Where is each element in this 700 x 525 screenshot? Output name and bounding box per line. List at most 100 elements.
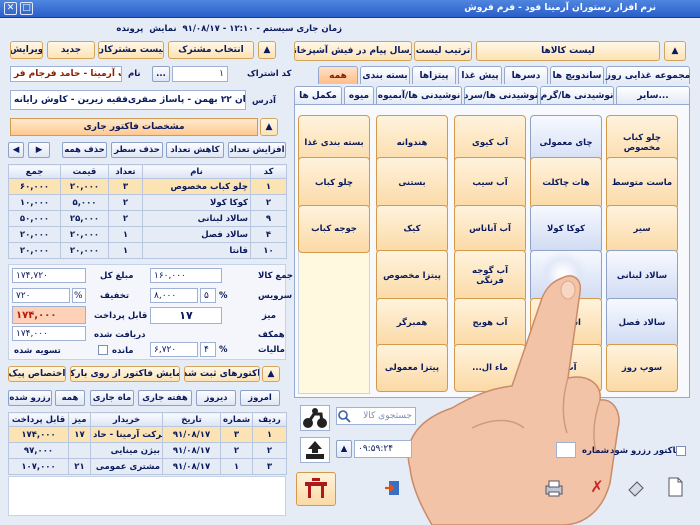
menu-tile[interactable]: ماست متوسط xyxy=(606,157,678,209)
delete-icon[interactable]: ✗ xyxy=(588,478,606,496)
new-button[interactable]: جدید xyxy=(47,41,95,59)
customer-name-field[interactable]: شرکت آرمینا - حامد فرجام فر xyxy=(10,66,122,82)
eraser-icon[interactable] xyxy=(625,478,647,498)
collapse-lower-icon[interactable]: ▲ xyxy=(262,366,280,382)
courier-button[interactable]: اختصاص پیک xyxy=(8,366,66,382)
col-row[interactable]: ردیف xyxy=(252,412,287,427)
all-button[interactable]: همه xyxy=(55,390,85,406)
number-field[interactable] xyxy=(556,442,576,458)
lookup-icon[interactable]: ... xyxy=(152,66,170,82)
table-service-icon[interactable] xyxy=(296,472,336,506)
col-code[interactable]: کد xyxy=(250,164,287,179)
service-pct-sign: % xyxy=(219,291,228,301)
col-qty[interactable]: تعداد xyxy=(108,164,143,179)
col-date[interactable]: تاریخ xyxy=(162,412,221,427)
send-kitchen-message-button[interactable]: ارسال پیام در فیش آشپزخانه xyxy=(294,41,412,61)
remain-checkbox[interactable] xyxy=(98,345,108,355)
tab-supplements[interactable]: مکمل ها xyxy=(294,86,342,104)
tab-desserts[interactable]: دسرها xyxy=(504,66,548,84)
exit-icon[interactable] xyxy=(383,478,403,498)
sub-code-field[interactable]: ۱ xyxy=(172,66,228,82)
tab-fruit[interactable]: میوه xyxy=(344,86,374,104)
tab-packaging[interactable]: بسته بندی xyxy=(360,66,410,84)
menu-tile[interactable]: بستنی xyxy=(376,157,448,209)
table-row[interactable]: ۵۰,۰۰۰ ۲۵,۰۰۰ ۲ سالاد لبنانی ۹ xyxy=(8,210,287,227)
collapse-invoice-icon[interactable]: ▲ xyxy=(260,118,278,136)
maximize-icon[interactable]: □ xyxy=(20,2,33,15)
received-field[interactable]: ۱۷۴,۰۰۰ xyxy=(12,326,86,341)
tab-daily-meal[interactable]: مجموعه غذایی روز xyxy=(606,66,690,84)
tax-pct-field[interactable]: ۴ xyxy=(200,342,216,357)
time-spin-icon[interactable]: ▲ xyxy=(336,440,352,458)
menu-tile[interactable]: آب سیب xyxy=(454,157,526,209)
yesterday-button[interactable]: دیروز xyxy=(196,390,236,406)
close-icon[interactable]: ✕ xyxy=(4,2,17,15)
table-label: میز xyxy=(262,311,277,321)
table-row[interactable]: ۱۰۷,۰۰۰ ۲۱ مشتری عمومی ۹۱/۰۸/۱۷ ۱ ۳ xyxy=(8,458,287,475)
table-field[interactable]: ۱۷ xyxy=(150,307,222,324)
delete-row-button[interactable]: حذف سطر xyxy=(111,142,163,158)
collapse-menu-icon[interactable]: ▲ xyxy=(664,41,686,61)
col-price[interactable]: قیمت xyxy=(60,164,109,179)
menu-tile[interactable]: هات چاکلت xyxy=(530,157,602,209)
menu-tile[interactable]: جوجه کباب xyxy=(298,205,370,253)
menu-tile[interactable]: سیر xyxy=(606,205,678,253)
arrow-left-icon[interactable]: ◀ xyxy=(8,142,24,158)
tab-appetizer[interactable]: پیش غذا xyxy=(458,66,502,84)
tab-pizzas[interactable]: پیتزاها xyxy=(412,66,456,84)
arrow-right-icon[interactable]: ▶ xyxy=(28,142,50,158)
tab-hot-drinks[interactable]: نوشیدنی ها/گرم xyxy=(540,86,614,104)
table-row[interactable]: ۲۰,۰۰۰ ۲۰,۰۰۰ ۱ سالاد فصل ۴ xyxy=(8,226,287,243)
table-row[interactable]: ۱۷۴,۰۰۰ ۱۷ شرکت آرمینا - حاد ۹۱/۰۸/۱۷ ۳ ۱ xyxy=(8,426,287,443)
table-row[interactable]: ۹۷,۰۰۰ بیژن مینایی ۹۱/۰۸/۱۷ ۲ ۲ xyxy=(8,442,287,459)
today-button[interactable]: امروز xyxy=(240,390,280,406)
tab-other[interactable]: سایر... xyxy=(616,86,690,104)
time-field[interactable]: ۰۹:۵۹:۲۴ xyxy=(354,440,412,458)
discount-field[interactable]: ۷۲۰ xyxy=(12,288,70,303)
printer-icon[interactable] xyxy=(543,478,565,498)
payable-label: قابل پرداخت xyxy=(94,311,148,321)
address-field[interactable]: خیابان ۲۲ بهمن - پاساژ صفری‌فقیه زیرین -… xyxy=(10,90,246,110)
col-table[interactable]: میز xyxy=(68,412,91,427)
courier-icon[interactable] xyxy=(300,405,330,431)
col-payable[interactable]: قابل پرداخت xyxy=(8,412,69,427)
collapse-customer-icon[interactable]: ▲ xyxy=(258,41,276,59)
new-document-icon[interactable] xyxy=(664,476,686,498)
menu-tile[interactable]: کیک xyxy=(376,205,448,253)
tab-juice[interactable]: نوشیدنی ها/آبمیوه xyxy=(376,86,462,104)
increase-qty-button[interactable]: افزایش تعداد xyxy=(228,142,286,158)
this-month-button[interactable]: ماه جاری xyxy=(90,390,134,406)
edit-button[interactable]: ویرایش xyxy=(10,41,43,59)
menu-tile[interactable]: کوکا کولا xyxy=(530,205,602,253)
menu-tile[interactable]: آب آناناس xyxy=(454,205,526,253)
tab-cold-drinks[interactable]: نوشیدنی ها/سرد xyxy=(464,86,538,104)
delete-all-button[interactable]: حذف همه xyxy=(62,142,107,158)
col-total[interactable]: جمع xyxy=(8,164,61,179)
tab-sandwiches[interactable]: ساندویچ ها xyxy=(550,66,604,84)
order-list-button[interactable]: ترتیب لیست xyxy=(414,41,472,61)
col-buyer[interactable]: خریدار xyxy=(90,412,163,427)
upload-icon[interactable] xyxy=(300,437,330,463)
reserve-checkbox[interactable] xyxy=(676,446,686,456)
service-pct-field[interactable]: ۵ xyxy=(200,288,216,303)
products-list-button[interactable]: لیست کالاها xyxy=(476,41,660,61)
customer-list-button[interactable]: لیست مشترکان xyxy=(98,41,164,59)
barcode-invoice-button[interactable]: نمایش فاکتور از روی بارکد xyxy=(70,366,180,382)
registered-invoices-button[interactable]: فاکتورهای ثبت شده xyxy=(184,366,260,382)
reserved-button[interactable]: رزرو شده xyxy=(8,390,52,406)
table-row[interactable]: ۲۰,۰۰۰ ۲۰,۰۰۰ ۱ فانتا ۱۰ xyxy=(8,242,287,259)
window-title: نرم افزار رستوران آرمینا فود - فرم فروش xyxy=(464,3,656,13)
tab-all[interactable]: همه xyxy=(318,66,358,84)
col-number[interactable]: شماره xyxy=(220,412,253,427)
col-name[interactable]: نام xyxy=(142,164,251,179)
this-week-button[interactable]: هفته جاری xyxy=(138,390,192,406)
table-row[interactable]: ۱۰,۰۰۰ ۵,۰۰۰ ۲ کوکا کولا ۲ xyxy=(8,194,287,211)
menu-tile[interactable]: چلو کباب xyxy=(298,157,370,209)
select-subscriber-button[interactable]: انتخاب مشترک xyxy=(168,41,254,59)
discount-pct-field[interactable]: % xyxy=(72,288,86,303)
address-label: آدرس xyxy=(252,96,276,106)
table-row[interactable]: ۶۰,۰۰۰ ۲۰,۰۰۰ ۳ چلو کباب مخصوص ۱ xyxy=(8,178,287,195)
decrease-qty-button[interactable]: کاهش تعداد xyxy=(166,142,224,158)
grand-label: مبلغ کل xyxy=(100,271,134,281)
tax-label: مالیات xyxy=(258,345,285,355)
